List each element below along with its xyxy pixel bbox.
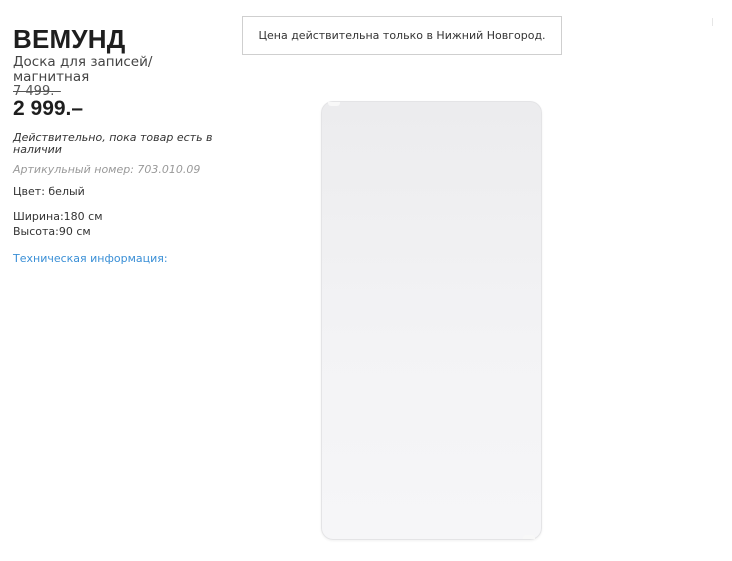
- product-name: ВЕМУНД: [13, 24, 126, 54]
- product-color: Цвет: белый: [13, 185, 85, 198]
- divider: [712, 18, 713, 26]
- price-region-notice: Цена действительна только в Нижний Новго…: [242, 16, 562, 55]
- product-width: Ширина:180 см: [13, 210, 103, 223]
- product-description: Доска для записей/ магнитная: [13, 54, 153, 85]
- product-dimensions: Ширина:180 см Высота:90 см: [13, 209, 213, 239]
- product-height: Высота:90 см: [13, 225, 91, 238]
- whiteboard-product-image: [321, 101, 542, 540]
- product-info-panel: ВЕМУНД Доска для записей/ магнитная 7 49…: [13, 24, 213, 265]
- tech-info-link[interactable]: Техническая информация:: [13, 253, 213, 265]
- article-number: Артикульный номер: 703.010.09: [13, 163, 201, 176]
- current-price: 2 999.–: [13, 97, 84, 120]
- price-validity-note: Действительно, пока товар есть в наличии: [13, 131, 213, 156]
- price-region-notice-text: Цена действительна только в Нижний Новго…: [258, 29, 546, 42]
